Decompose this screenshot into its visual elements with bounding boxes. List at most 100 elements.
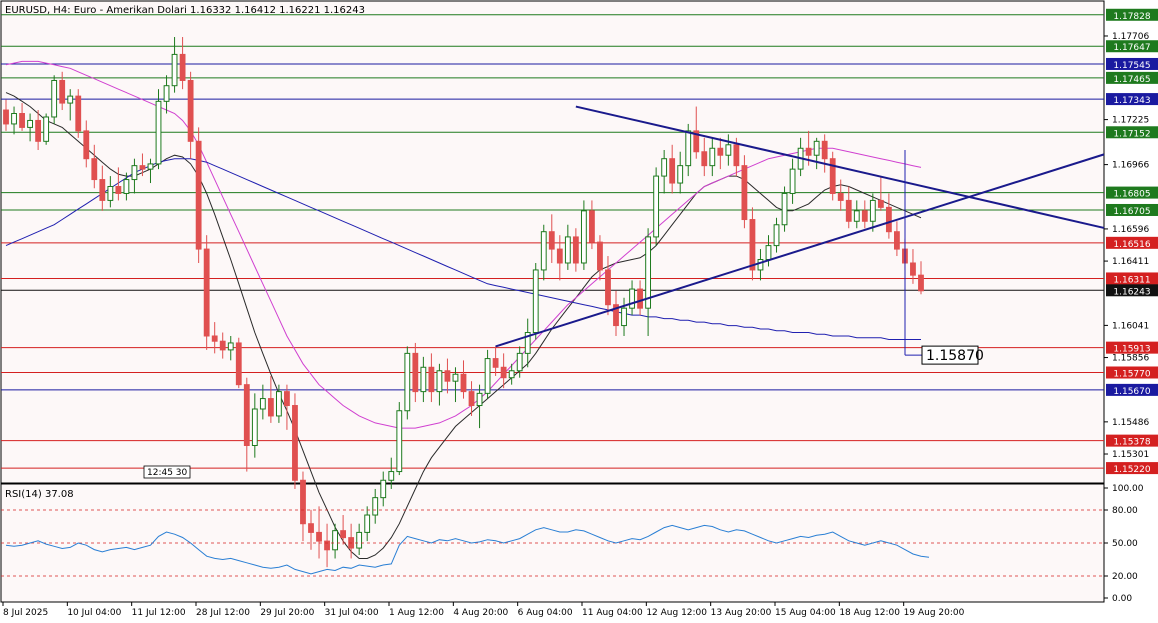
candle-body (171, 53, 178, 87)
price-tick-label: 1.16596 (1112, 225, 1149, 235)
rsi-tick-label: 80.00 (1112, 506, 1138, 516)
candle-body (709, 147, 716, 167)
candle-body (877, 199, 884, 208)
time-tick-label: 10 Jul 04:00 (67, 608, 121, 618)
candle-body (131, 165, 138, 181)
candle-body (187, 79, 194, 142)
candle-body (412, 352, 419, 393)
candle-body (364, 514, 371, 533)
candle-body (27, 119, 33, 128)
candle-body (195, 140, 202, 250)
candle-body (910, 262, 916, 276)
candle-body (837, 192, 844, 201)
price-tick-label: 1.17706 (1112, 32, 1149, 42)
candle-body (99, 179, 106, 201)
level-price-label: 1.16311 (1113, 275, 1150, 285)
candle-body (629, 288, 635, 309)
price-tick-label: 1.16041 (1112, 321, 1149, 331)
candle-body (605, 269, 611, 306)
time-tick-label: 12 Aug 12:00 (646, 608, 707, 618)
candle-body (845, 199, 852, 222)
candle-body (669, 158, 676, 184)
candle-body (292, 405, 298, 481)
candle-body (484, 358, 491, 394)
candle-body (211, 335, 218, 342)
level-price-label: 1.15378 (1113, 438, 1150, 448)
candle-body (356, 531, 363, 549)
candle-body (589, 210, 595, 243)
candle-body (685, 130, 692, 167)
level-price-label: 1.17343 (1113, 96, 1150, 106)
candle-body (757, 259, 764, 271)
candle-body (179, 53, 186, 81)
time-tick-label: 13 Aug 20:00 (711, 608, 772, 618)
candle-body (869, 199, 876, 222)
candle-body (147, 163, 154, 170)
candle-body (115, 186, 122, 194)
candle-body (300, 479, 306, 525)
candle-body (388, 471, 395, 481)
candle-body (861, 210, 868, 222)
rsi-label: RSI(14) 37.08 (5, 489, 74, 500)
price-tick-label: 1.15301 (1112, 450, 1149, 460)
time-tick-label: 19 Aug 20:00 (904, 608, 965, 618)
candle-body (805, 147, 812, 156)
level-price-label: 1.16705 (1113, 207, 1150, 217)
candle-body (227, 342, 234, 351)
time-tick-label: 15 Aug 04:00 (775, 608, 836, 618)
candle-body (572, 236, 579, 264)
candle-body (733, 144, 740, 167)
time-tick-label: 28 Jul 12:00 (196, 608, 250, 618)
candle-body (267, 398, 274, 417)
candle-body (316, 531, 322, 542)
candle-body (500, 366, 507, 379)
price-chart[interactable]: 1.15870 1.17828 1.17647 1.17545 1.17465 1.17… (0, 0, 1158, 623)
candle-body (564, 236, 571, 264)
candle-body (765, 245, 772, 261)
crosshair-time-label: 12:45 30 (147, 468, 188, 478)
candle-body (275, 391, 282, 417)
candle-body (324, 540, 330, 551)
candle-body (548, 231, 555, 250)
candle-body (332, 530, 338, 551)
time-tick-label: 1 Aug 12:00 (389, 608, 444, 618)
candle-body (43, 116, 50, 142)
candle-body (516, 352, 523, 372)
price-tick-label: 1.16966 (1112, 161, 1149, 171)
candle-body (75, 95, 82, 132)
candle-body (284, 391, 290, 407)
level-price-label: 1.17545 (1113, 61, 1150, 71)
time-tick-label: 31 Jul 04:00 (325, 608, 379, 618)
candle-body (468, 391, 475, 407)
candle-body (444, 370, 451, 382)
candle-body (773, 224, 780, 247)
candle-body (621, 307, 627, 327)
candle-body (821, 140, 828, 160)
candle-body (155, 100, 162, 165)
candle-body (508, 370, 515, 379)
candle-body (813, 140, 820, 156)
time-tick-label: 11 Aug 04:00 (582, 608, 643, 618)
rsi-tick-label: 20.00 (1112, 572, 1138, 582)
rsi-tick-label: 50.00 (1112, 539, 1138, 549)
candle-body (492, 358, 499, 368)
candle-body (789, 168, 796, 194)
candle-body (829, 158, 836, 194)
level-price-label: 1.17465 (1113, 75, 1150, 85)
candle-body (653, 175, 660, 238)
candle-body (123, 179, 130, 194)
candle-body (460, 373, 467, 393)
candle-body (203, 248, 210, 337)
time-tick-label: 6 Aug 04:00 (518, 608, 573, 618)
candle-body (597, 241, 603, 271)
candle-body (251, 408, 258, 446)
candle-body (580, 210, 587, 264)
candle-body (139, 165, 146, 170)
annotation-price-label: 1.15870 (926, 348, 984, 364)
level-price-label: 1.17152 (1113, 129, 1150, 139)
level-price-label: 1.15770 (1113, 369, 1150, 379)
candle-body (781, 192, 788, 226)
candle-body (404, 352, 411, 412)
level-price-label: 1.16516 (1113, 240, 1150, 250)
time-tick-label: 8 Jul 2025 (3, 608, 48, 618)
